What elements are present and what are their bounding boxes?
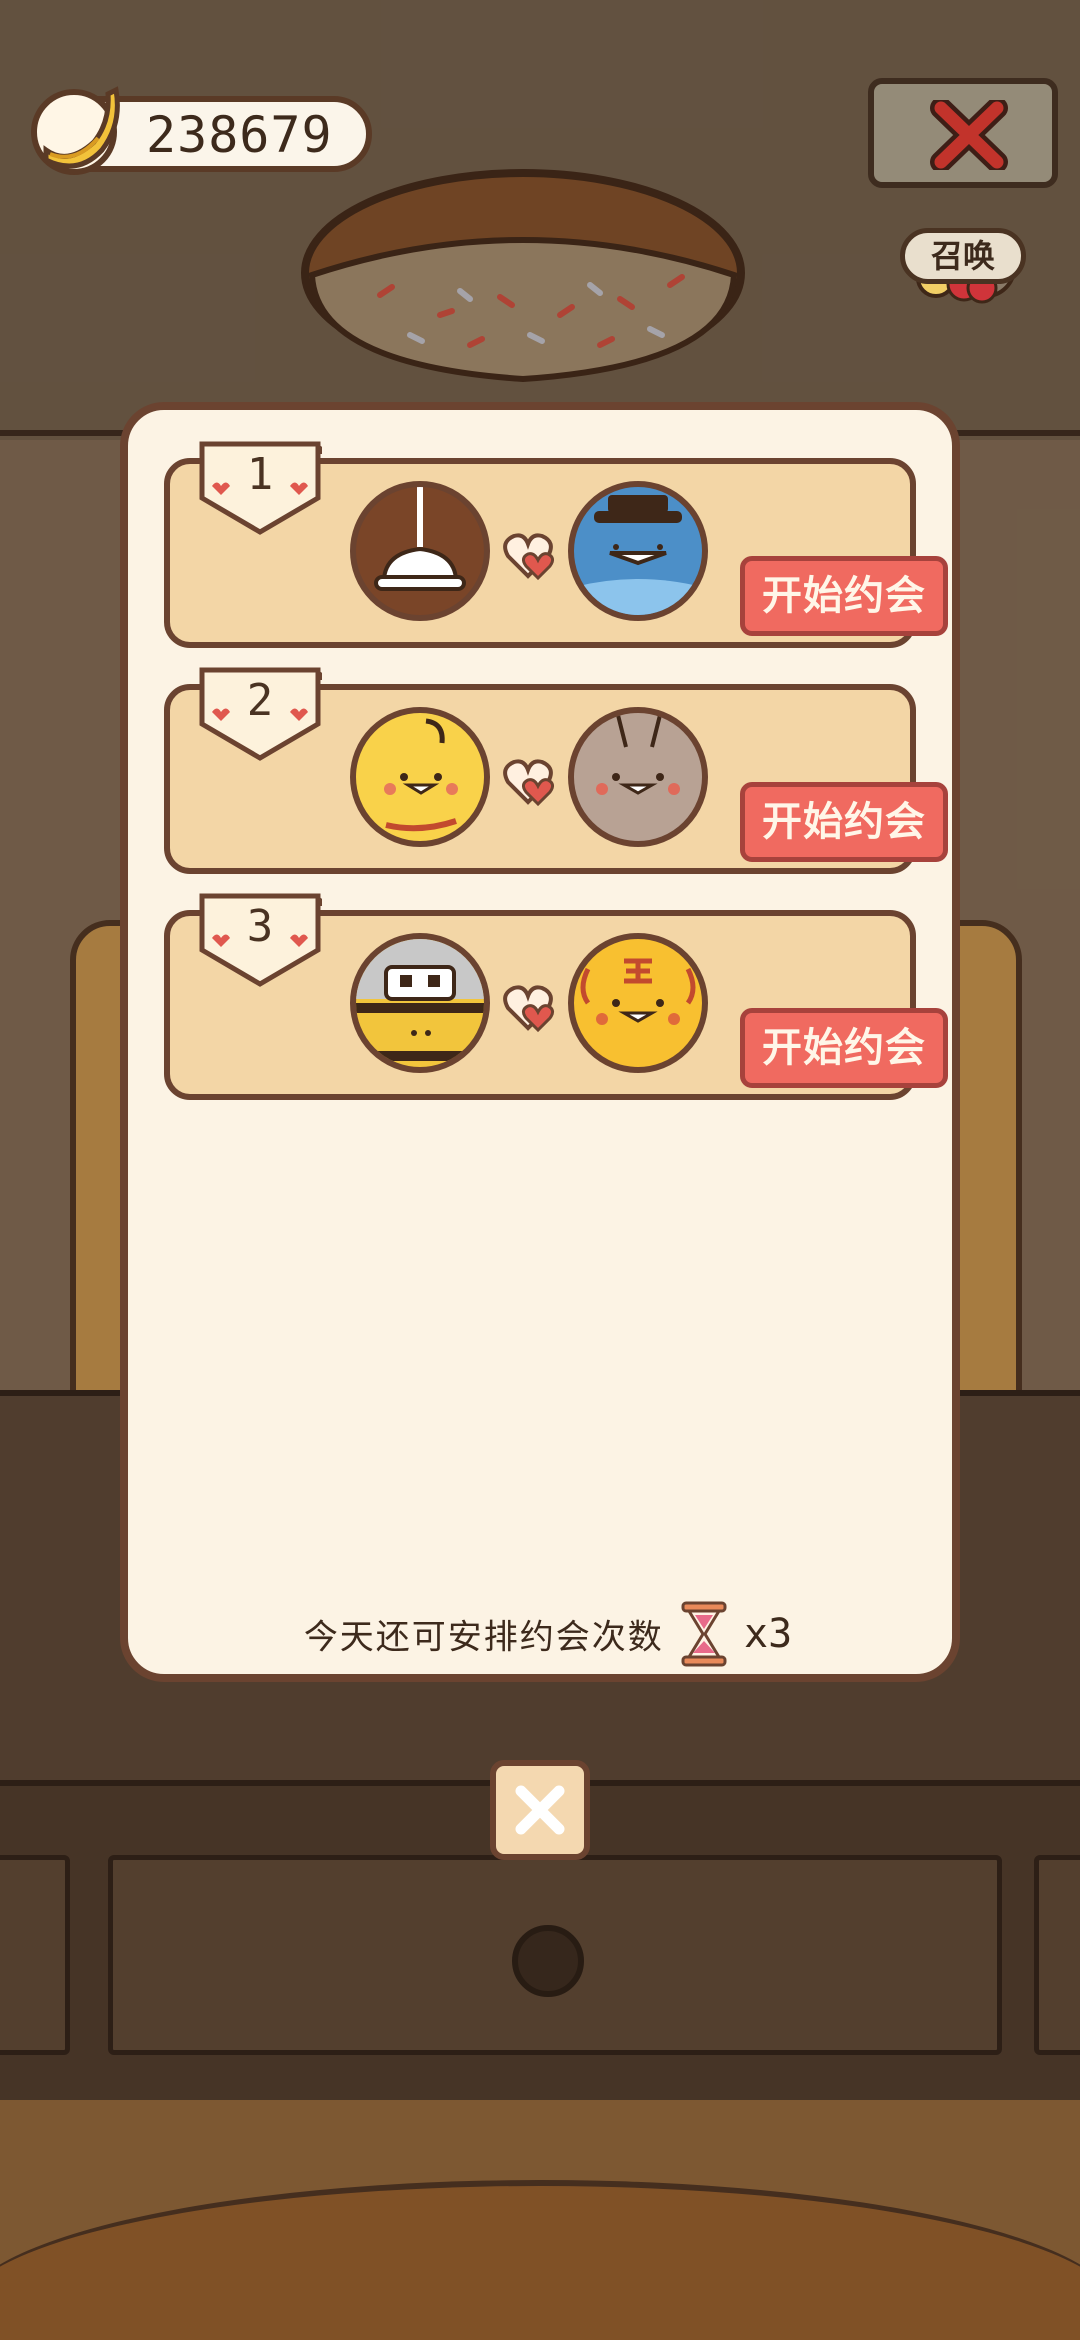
start-date-button[interactable]: 开始约会	[740, 782, 948, 862]
banana-count: 238679	[146, 106, 333, 164]
rank-number: 1	[246, 449, 274, 500]
close-icon	[930, 100, 1008, 170]
ceiling-lamp-character-avatar[interactable]	[350, 481, 490, 621]
date-pair-row: 2 开始约会	[164, 667, 948, 874]
summon-label: 召唤	[930, 237, 995, 275]
yellow-chick-character-avatar[interactable]	[350, 707, 490, 847]
heart-link-icon	[503, 533, 555, 581]
heart-link-icon	[503, 985, 555, 1033]
close-panel-button[interactable]	[490, 1760, 590, 1860]
date-pair-row: 3 开始约会	[164, 893, 948, 1100]
remaining-dates-label: 今天还可安排约会次数	[303, 1617, 664, 1658]
start-date-button[interactable]: 开始约会	[740, 1008, 948, 1088]
remaining-dates-count: x3	[744, 1611, 793, 1657]
date-pair-row: 1 开始约会	[164, 441, 948, 648]
blue-hat-character-avatar[interactable]	[568, 481, 708, 621]
start-date-button[interactable]: 开始约会	[740, 556, 948, 636]
summon-button[interactable]: 召唤	[900, 228, 1026, 284]
start-date-label: 开始约会	[762, 573, 926, 619]
close-button[interactable]	[868, 78, 1058, 188]
date-schedule-panel: 1 开始约会 2 开始约会 3 开始约会 今天还可安排约会次数 x3	[120, 402, 960, 1682]
hourglass-icon	[681, 1601, 727, 1667]
tiger-character-avatar[interactable]	[568, 933, 708, 1073]
remaining-dates-info: 今天还可安排约会次数 x3	[128, 1601, 968, 1667]
close-icon	[515, 1785, 565, 1835]
banana-icon	[31, 86, 120, 175]
start-date-label: 开始约会	[762, 799, 926, 845]
start-date-label: 开始约会	[762, 1025, 926, 1071]
robot-helmet-character-avatar[interactable]	[350, 933, 490, 1073]
heart-link-icon	[503, 759, 555, 807]
rank-number: 3	[246, 901, 274, 952]
gray-rabbit-character-avatar[interactable]	[568, 707, 708, 847]
rank-number: 2	[246, 675, 274, 726]
